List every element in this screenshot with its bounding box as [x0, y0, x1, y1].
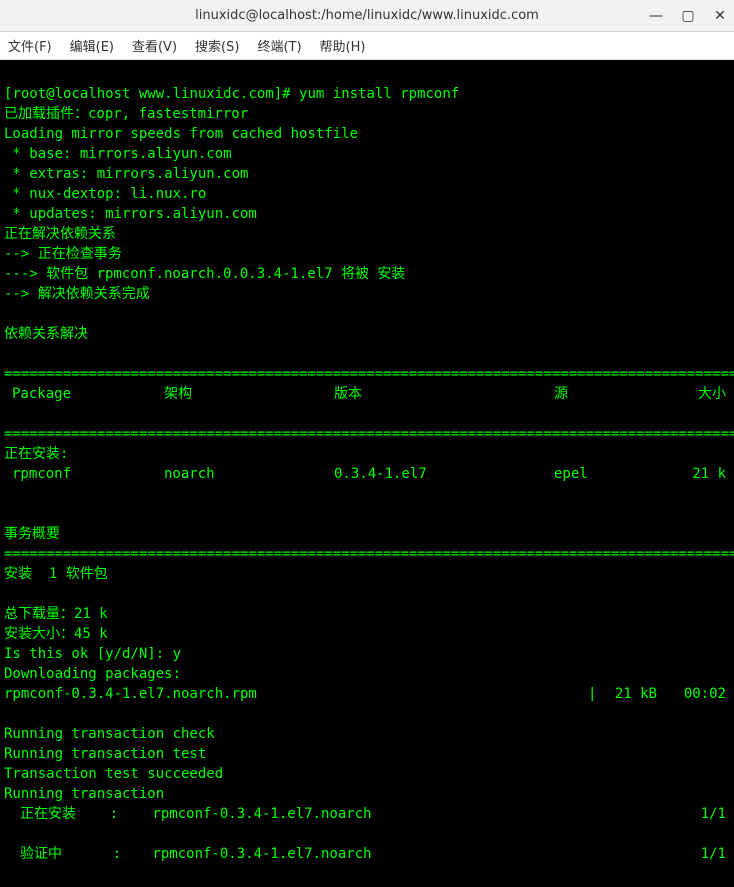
verify-label: 验证中 : — [4, 844, 144, 864]
line-updates: * updates: mirrors.aliyun.com — [4, 206, 257, 222]
line-resolving: 正在解决依赖关系 — [4, 226, 116, 242]
verify-line: 验证中 : rpmconf-0.3.4-1.el7.noarch1/1 — [4, 844, 730, 864]
line-loading: Loading mirror speeds from cached hostfi… — [4, 126, 358, 142]
line-installing-hdr: 正在安装: — [4, 446, 68, 462]
hdr-arch: 架构 — [164, 384, 334, 404]
minimize-button[interactable]: — — [648, 8, 664, 24]
line-install-count: 安装 1 软件包 — [4, 566, 108, 582]
menu-edit[interactable]: 编辑(E) — [70, 36, 114, 55]
line-extras: * extras: mirrors.aliyun.com — [4, 166, 248, 182]
install-pkg: rpmconf-0.3.4-1.el7.noarch — [144, 804, 701, 824]
line-downloading: Downloading packages: — [4, 666, 181, 682]
hdr-package: Package — [4, 384, 164, 404]
line-base: * base: mirrors.aliyun.com — [4, 146, 232, 162]
table-row: rpmconfnoarch0.3.4-1.el7epel21 k — [4, 464, 730, 484]
prompt-path: www.linuxidc.com — [130, 86, 273, 102]
line-pkg: ---> 软件包 rpmconf.noarch.0.0.3.4-1.el7 将被… — [4, 266, 405, 282]
menu-help[interactable]: 帮助(H) — [320, 36, 366, 55]
download-time: 00:02 — [657, 684, 730, 704]
row-size: 21 k — [674, 464, 730, 484]
line-depdone: --> 解决依赖关系完成 — [4, 286, 150, 302]
line-checking: --> 正在检查事务 — [4, 246, 122, 262]
window-controls: — ▢ ✕ — [648, 0, 728, 32]
line-deptitle: 依赖关系解决 — [4, 326, 88, 342]
menu-view[interactable]: 查看(V) — [132, 36, 177, 55]
menu-terminal[interactable]: 终端(T) — [257, 36, 301, 55]
rule-bottom: ========================================… — [4, 546, 734, 562]
verify-pkg: rpmconf-0.3.4-1.el7.noarch — [144, 844, 701, 864]
minimize-icon: — — [649, 8, 663, 24]
line-txtest: Running transaction test — [4, 746, 206, 762]
window-title: linuxidc@localhost:/home/linuxidc/www.li… — [195, 8, 539, 23]
line-confirm: Is this ok [y/d/N]: y — [4, 646, 181, 662]
line-runtx: Running transaction — [4, 786, 164, 802]
line-txcheck: Running transaction check — [4, 726, 215, 742]
line-txsummary: 事务概要 — [4, 526, 60, 542]
window-titlebar: linuxidc@localhost:/home/linuxidc/www.li… — [0, 0, 734, 32]
maximize-icon: ▢ — [681, 8, 694, 24]
install-line: 正在安装 : rpmconf-0.3.4-1.el7.noarch1/1 — [4, 804, 730, 824]
prompt-user: root@localhost — [12, 86, 130, 102]
menubar: 文件(F) 编辑(E) 查看(V) 搜索(S) 终端(T) 帮助(H) — [0, 32, 734, 60]
install-progress: 1/1 — [701, 804, 730, 824]
row-arch: noarch — [164, 464, 334, 484]
close-button[interactable]: ✕ — [712, 8, 728, 24]
command-text: yum install rpmconf — [299, 86, 459, 102]
line-plugin: 已加载插件：copr, fastestmirror — [4, 106, 248, 122]
line-install-size: 安装大小：45 k — [4, 626, 108, 642]
maximize-button[interactable]: ▢ — [680, 8, 696, 24]
line-total-dl: 总下载量：21 k — [4, 606, 108, 622]
table-header-row: Package架构版本源大小 — [4, 384, 730, 404]
menu-file[interactable]: 文件(F) — [8, 36, 52, 55]
install-label: 正在安装 : — [4, 804, 144, 824]
hdr-version: 版本 — [334, 384, 554, 404]
row-version: 0.3.4-1.el7 — [334, 464, 554, 484]
download-size: 21 kB — [596, 684, 657, 704]
row-repo: epel — [554, 464, 674, 484]
row-package: rpmconf — [4, 464, 164, 484]
terminal-output[interactable]: [root@localhost www.linuxidc.com]# yum i… — [0, 60, 734, 887]
menu-search[interactable]: 搜索(S) — [195, 36, 239, 55]
rule-mid: ========================================… — [4, 426, 734, 442]
verify-progress: 1/1 — [701, 844, 730, 864]
download-bar-icon: | — [588, 684, 596, 704]
prompt-close: ]# — [274, 86, 299, 102]
close-icon: ✕ — [714, 8, 726, 24]
rule-top: ========================================… — [4, 366, 734, 382]
hdr-size: 大小 — [674, 384, 730, 404]
download-file: rpmconf-0.3.4-1.el7.noarch.rpm — [4, 684, 588, 704]
download-line: rpmconf-0.3.4-1.el7.noarch.rpm| 21 kB 00… — [4, 684, 730, 704]
line-txok: Transaction test succeeded — [4, 766, 223, 782]
line-nux: * nux-dextop: li.nux.ro — [4, 186, 206, 202]
hdr-repo: 源 — [554, 384, 674, 404]
